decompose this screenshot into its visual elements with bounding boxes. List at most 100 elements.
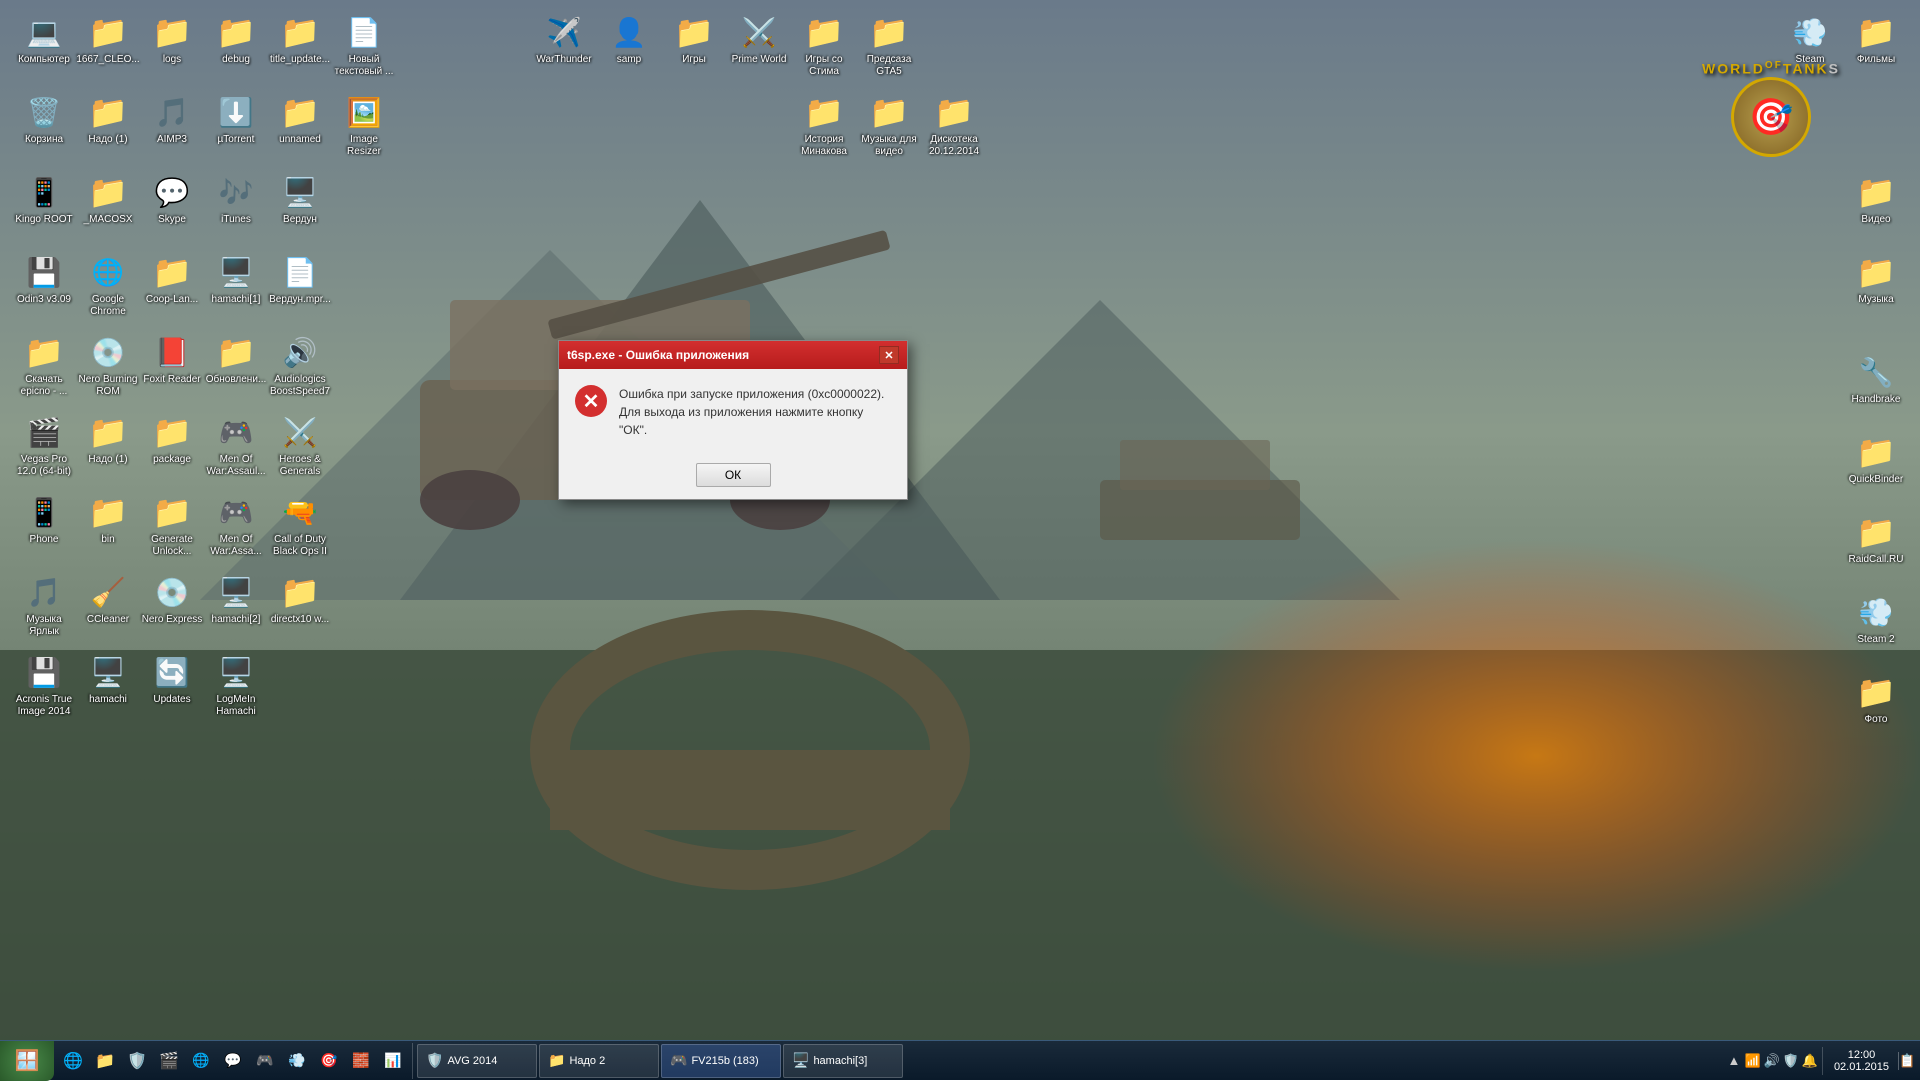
- icon-diskoteka[interactable]: 📁 Дискотека 20.12.2014: [918, 88, 990, 162]
- dialog-message: Ошибка при запуске приложения (0xc000002…: [619, 385, 891, 439]
- icon-igryco[interactable]: 📁 Игры со Стима: [788, 8, 860, 82]
- show-desktop[interactable]: 📋: [1898, 1052, 1916, 1070]
- icon-neroexpress[interactable]: 💿 Nero Express: [136, 568, 208, 630]
- icon-skype[interactable]: 💬 Skype: [136, 168, 208, 230]
- tray-separator: [1822, 1047, 1823, 1075]
- icon-utorrent[interactable]: ⬇️ µTorrent: [200, 88, 272, 150]
- icon-foxitreader[interactable]: 📕 Foxit Reader: [136, 328, 208, 390]
- icon-odin3[interactable]: 💾 Odin3 v3.09: [8, 248, 80, 310]
- icon-verdunmpr[interactable]: 📄 Вердун.mpr...: [264, 248, 336, 310]
- taskbar-aim-icon[interactable]: 🎯: [314, 1043, 344, 1079]
- icon-quickbinder[interactable]: 📁 QuickBinder: [1840, 428, 1912, 490]
- icon-cleo[interactable]: 📁 1667_CLEO...: [72, 8, 144, 70]
- icon-heroesgen[interactable]: ⚔️ Heroes & Generals: [264, 408, 336, 482]
- icon-predcaz[interactable]: 📁 Предcаза GTA5: [853, 8, 925, 82]
- dialog-title: t6sp.exe - Ошибка приложения: [567, 348, 749, 362]
- taskbar-explorer-icon[interactable]: 📁: [90, 1043, 120, 1079]
- icon-obnovleni[interactable]: 📁 Обновлени...: [200, 328, 272, 390]
- icon-steam2[interactable]: 💨 Steam 2: [1840, 588, 1912, 650]
- taskbar-media-icon[interactable]: 🎬: [154, 1043, 184, 1079]
- icon-unnamed[interactable]: 📁 unnamed: [264, 88, 336, 150]
- icon-muzikafolder[interactable]: 📁 Музыка: [1840, 248, 1912, 310]
- icon-hamachi2[interactable]: 🖥️ hamachi[2]: [200, 568, 272, 630]
- start-button[interactable]: 🪟: [0, 1041, 54, 1081]
- taskbar-steam-icon[interactable]: 💨: [282, 1043, 312, 1079]
- icon-nado2[interactable]: 📁 Надо (1): [72, 408, 144, 470]
- icon-title-update[interactable]: 📁 title_update...: [264, 8, 336, 70]
- icon-logs[interactable]: 📁 logs: [136, 8, 208, 70]
- system-tray: ▲ 📶 🔊 🛡️ 🔔 12:00 02.01.2015 📋: [1721, 1047, 1920, 1075]
- icon-istoriya[interactable]: 📁 История Минакова: [788, 88, 860, 162]
- taskbar-item-avg[interactable]: 🛡️ AVG 2014: [417, 1044, 537, 1078]
- clock-date: 02.01.2015: [1834, 1061, 1889, 1073]
- icon-neroburning[interactable]: 💿 Nero Burning ROM: [72, 328, 144, 402]
- icon-imageresizer[interactable]: 🖼️ Image Resizer: [328, 88, 400, 162]
- icon-generate[interactable]: 📁 Generate Unlock...: [136, 488, 208, 562]
- taskbar-item-fv215b[interactable]: 🎮 FV215b (183): [661, 1044, 781, 1078]
- icon-nado1[interactable]: 📁 Надо (1): [72, 88, 144, 150]
- icon-callofduty[interactable]: 🔫 Call of Duty Black Ops II: [264, 488, 336, 562]
- taskbar-item-hamachi3[interactable]: 🖥️ hamachi[3]: [783, 1044, 903, 1078]
- tray-expand[interactable]: ▲: [1725, 1052, 1743, 1070]
- icon-bin[interactable]: 📁 bin: [72, 488, 144, 550]
- icon-logmein[interactable]: 🖥️ LogMeIn Hamachi: [200, 648, 272, 722]
- icon-warthunder[interactable]: ✈️ WarThunder: [528, 8, 600, 70]
- icon-coop[interactable]: 📁 Coop-Lan...: [136, 248, 208, 310]
- icon-handbrake[interactable]: 🔧 Handbrake: [1840, 348, 1912, 410]
- icon-filmy[interactable]: 📁 Фильмы: [1840, 8, 1912, 70]
- icon-aimp3[interactable]: 🎵 AIMP3: [136, 88, 208, 150]
- taskbar: 🪟 🌐 📁 🛡️ 🎬 🌐 💬 🎮 💨 🎯 🧱 📊 🛡️ AVG 2014 📁 Н…: [0, 1040, 1920, 1080]
- icon-video[interactable]: 📁 Видео: [1840, 168, 1912, 230]
- icon-hamachi1[interactable]: 🖥️ hamachi[1]: [200, 248, 272, 310]
- icon-audiologics[interactable]: 🔊 Audiologics BoostSpeed7: [264, 328, 336, 402]
- tray-volume[interactable]: 🔊: [1763, 1052, 1781, 1070]
- clock[interactable]: 12:00 02.01.2015: [1826, 1049, 1897, 1073]
- icon-acronis[interactable]: 💾 Acronis True Image 2014: [8, 648, 80, 722]
- wot-logo-area: WORLDOFTANKS 🎯: [1702, 60, 1840, 157]
- icon-foto[interactable]: 📁 Фото: [1840, 668, 1912, 730]
- icon-menof2[interactable]: 🎮 Men Of War:Assa...: [200, 488, 272, 562]
- tray-update[interactable]: 🔔: [1801, 1052, 1819, 1070]
- dialog-body: ✕ Ошибка при запуске приложения (0xc0000…: [559, 369, 907, 455]
- taskbar-programs: 🛡️ AVG 2014 📁 Надо 2 🎮 FV215b (183) 🖥️ h…: [413, 1044, 1721, 1078]
- icon-kingo[interactable]: 📱 Kingo ROOT: [8, 168, 80, 230]
- icon-updates[interactable]: 🔄 Updates: [136, 648, 208, 710]
- icon-menof[interactable]: 🎮 Men Of War:Assaul...: [200, 408, 272, 482]
- tray-security[interactable]: 🛡️: [1782, 1052, 1800, 1070]
- icon-macosx[interactable]: 📁 _MACOSX: [72, 168, 144, 230]
- taskbar-block-icon[interactable]: 🧱: [346, 1043, 376, 1079]
- icon-primeworld[interactable]: ⚔️ Prime World: [723, 8, 795, 70]
- taskbar-chrome-icon[interactable]: 🌐: [186, 1043, 216, 1079]
- icon-debug[interactable]: 📁 debug: [200, 8, 272, 70]
- icon-raidcall[interactable]: 📁 RaidCall.RU: [1840, 508, 1912, 570]
- dialog-close-button[interactable]: ✕: [879, 346, 899, 364]
- taskbar-game-icon[interactable]: 🎮: [250, 1043, 280, 1079]
- tray-network[interactable]: 📶: [1744, 1052, 1762, 1070]
- icon-directx[interactable]: 📁 directx10 w...: [264, 568, 336, 630]
- taskbar-item-nado2[interactable]: 📁 Надо 2: [539, 1044, 659, 1078]
- icon-muzycavideo[interactable]: 📁 Музыка для видео: [853, 88, 925, 162]
- icon-itunes[interactable]: 🎶 iTunes: [200, 168, 272, 230]
- icon-googlechrome[interactable]: 🌐 Google Chrome: [72, 248, 144, 322]
- icon-skachat[interactable]: 📁 Скачать epicno - ...: [8, 328, 80, 402]
- icon-muzika[interactable]: 🎵 Музыка Ярлык: [8, 568, 80, 642]
- icon-verdun[interactable]: 🖥️ Вердун: [264, 168, 336, 230]
- icon-korzina[interactable]: 🗑️ Корзина: [8, 88, 80, 150]
- icon-phone[interactable]: 📱 Phone: [8, 488, 80, 550]
- taskbar-avg-icon[interactable]: 🛡️: [122, 1043, 152, 1079]
- taskbar-skype-icon[interactable]: 💬: [218, 1043, 248, 1079]
- quick-launch: 🌐 📁 🛡️ 🎬 🌐 💬 🎮 💨 🎯 🧱 📊: [54, 1043, 413, 1079]
- ok-button[interactable]: ОК: [696, 463, 771, 487]
- icon-vegaspro[interactable]: 🎬 Vegas Pro 12.0 (64-bit): [8, 408, 80, 482]
- icon-ccleaner[interactable]: 🧹 CCleaner: [72, 568, 144, 630]
- icon-igry[interactable]: 📁 Игры: [658, 8, 730, 70]
- taskbar-ie-icon[interactable]: 🌐: [58, 1043, 88, 1079]
- icon-samp[interactable]: 👤 samp: [593, 8, 665, 70]
- icon-hamachi[interactable]: 🖥️ hamachi: [72, 648, 144, 710]
- icon-package[interactable]: 📁 package: [136, 408, 208, 470]
- clock-time: 12:00: [1848, 1049, 1876, 1061]
- desktop: 💻 Компьютер 📁 1667_CLEO... 📁 logs 📁 debu…: [0, 0, 1920, 1080]
- icon-computer[interactable]: 💻 Компьютер: [8, 8, 80, 70]
- icon-new-text[interactable]: 📄 Новый текстовый ...: [328, 8, 400, 82]
- taskbar-chart-icon[interactable]: 📊: [378, 1043, 408, 1079]
